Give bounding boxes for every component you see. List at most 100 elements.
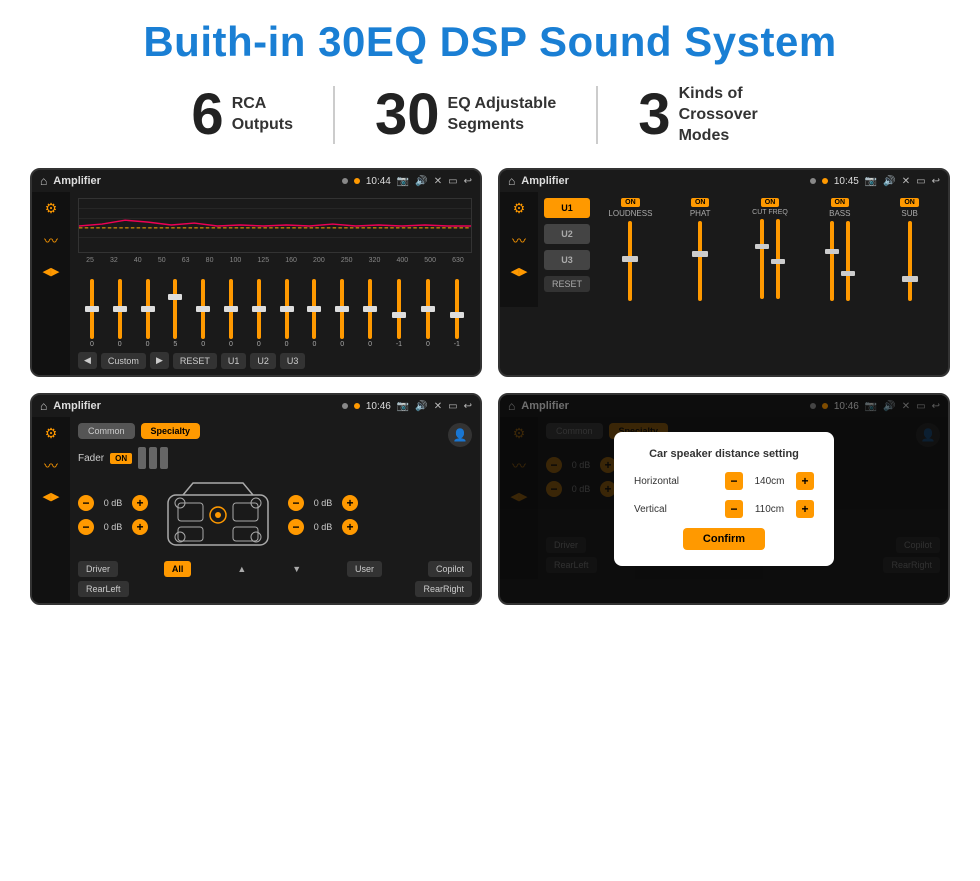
distance-setting-dialog: Car speaker distance setting Horizontal … [500, 395, 948, 603]
vol-row-rl: − 0 dB + [78, 519, 148, 535]
status-dot-orange-crossover [822, 178, 828, 184]
camera-icon-eq: 📷 [397, 176, 409, 187]
bass-slider-2[interactable] [841, 221, 855, 301]
screen-crossover: ⌂ Amplifier 10:45 📷 🔊 ✕ ▭ ↩ ⚙ 〰 ◀▶ [498, 168, 950, 377]
eq-slider-4[interactable]: 5 [173, 279, 177, 348]
eq-label-25: 25 [86, 257, 94, 264]
status-dot-orange-fader [354, 403, 360, 409]
all-btn[interactable]: All [164, 561, 192, 577]
copilot-btn[interactable]: Copilot [428, 561, 472, 577]
crossover-reset-button[interactable]: RESET [544, 276, 590, 292]
sub-slider[interactable] [900, 221, 920, 301]
phat-slider[interactable] [690, 221, 710, 301]
window-icon-fader[interactable]: ▭ [448, 401, 457, 412]
rearleft-btn[interactable]: RearLeft [78, 581, 129, 597]
fader-sidebar-icon-3[interactable]: ◀▶ [43, 490, 60, 503]
vol-minus-rl[interactable]: − [78, 519, 94, 535]
cutfreq-on-badge: ON [761, 198, 780, 207]
eq-label-250: 250 [341, 257, 353, 264]
eq-next-button[interactable]: ▶ [150, 352, 169, 369]
u3-button[interactable]: U3 [544, 250, 590, 270]
vol-plus-rr[interactable]: + [342, 519, 358, 535]
home-icon-fader[interactable]: ⌂ [40, 399, 47, 413]
back-icon-crossover[interactable]: ↩ [932, 176, 940, 187]
vol-minus-fr[interactable]: − [288, 495, 304, 511]
fader-sidebar-icon-1[interactable]: ⚙ [45, 425, 58, 442]
fader-left-sidebar: ⚙ 〰 ◀▶ [32, 417, 70, 603]
phat-label: PHAT [690, 209, 711, 218]
home-icon-crossover[interactable]: ⌂ [508, 174, 515, 188]
fader-specialty-tab[interactable]: Specialty [141, 423, 201, 439]
status-time-fader: 10:46 [366, 401, 391, 412]
eq-slider-14[interactable]: -1 [454, 279, 460, 348]
loudness-slider[interactable] [620, 221, 640, 301]
vol-row-fr: − 0 dB + [288, 495, 358, 511]
cutfreq-slider-1[interactable] [755, 219, 769, 299]
window-icon-crossover[interactable]: ▭ [916, 176, 925, 187]
eq-prev-button[interactable]: ◀ [78, 352, 97, 369]
stat-number-3: 3 [638, 86, 670, 144]
eq-u3-button[interactable]: U3 [280, 353, 306, 369]
eq-slider-11[interactable]: 0 [368, 279, 372, 348]
vol-plus-fl[interactable]: + [132, 495, 148, 511]
eq-slider-10[interactable]: 0 [340, 279, 344, 348]
user-btn[interactable]: User [347, 561, 382, 577]
vol-plus-fr[interactable]: + [342, 495, 358, 511]
eq-slider-9[interactable]: 0 [312, 279, 316, 348]
eq-custom-button[interactable]: Custom [101, 353, 146, 369]
eq-slider-3[interactable]: 0 [146, 279, 150, 348]
eq-slider-1[interactable]: 0 [90, 279, 94, 348]
crossover-sidebar-icon-1[interactable]: ⚙ [513, 200, 526, 217]
crossover-sidebar-icon-3[interactable]: ◀▶ [511, 265, 528, 278]
eq-slider-8[interactable]: 0 [285, 279, 289, 348]
fader-label: Fader [78, 453, 104, 464]
rearright-btn[interactable]: RearRight [415, 581, 472, 597]
eq-slider-2[interactable]: 0 [118, 279, 122, 348]
fader-slider-group[interactable] [138, 447, 168, 469]
eq-slider-12[interactable]: -1 [396, 279, 402, 348]
eq-label-40: 40 [134, 257, 142, 264]
home-icon-eq[interactable]: ⌂ [40, 174, 47, 188]
close-icon-eq[interactable]: ✕ [434, 176, 442, 187]
eq-slider-13[interactable]: 0 [426, 279, 430, 348]
eq-reset-button[interactable]: RESET [173, 353, 217, 369]
vertical-minus-btn[interactable]: − [725, 500, 743, 518]
stat-text-crossover: Kinds ofCrossover Modes [679, 84, 789, 146]
eq-sidebar-icon-1[interactable]: ⚙ [45, 200, 58, 217]
eq-sidebar-icon-3[interactable]: ◀▶ [43, 265, 60, 278]
confirm-button[interactable]: Confirm [683, 528, 765, 550]
vol-plus-rl[interactable]: + [132, 519, 148, 535]
eq-u1-button[interactable]: U1 [221, 353, 247, 369]
back-icon-eq[interactable]: ↩ [464, 176, 472, 187]
vertical-plus-btn[interactable]: + [796, 500, 814, 518]
bass-slider-1[interactable] [825, 221, 839, 301]
close-icon-fader[interactable]: ✕ [434, 401, 442, 412]
vertical-value: 110cm [747, 504, 792, 515]
u2-button[interactable]: U2 [544, 224, 590, 244]
page-title: Buith-in 30EQ DSP Sound System [30, 18, 950, 66]
eq-u2-button[interactable]: U2 [250, 353, 276, 369]
eq-slider-7[interactable]: 0 [257, 279, 261, 348]
crossover-sidebar-icon-2[interactable]: 〰 [512, 231, 526, 251]
window-icon-eq[interactable]: ▭ [448, 176, 457, 187]
vol-minus-rr[interactable]: − [288, 519, 304, 535]
eq-label-80: 80 [206, 257, 214, 264]
driver-btn[interactable]: Driver [78, 561, 118, 577]
eq-slider-5[interactable]: 0 [201, 279, 205, 348]
eq-slider-6[interactable]: 0 [229, 279, 233, 348]
eq-sidebar-icon-2[interactable]: 〰 [44, 231, 58, 251]
horizontal-minus-btn[interactable]: − [725, 472, 743, 490]
horizontal-plus-btn[interactable]: + [796, 472, 814, 490]
back-icon-fader[interactable]: ↩ [464, 401, 472, 412]
fader-common-tab[interactable]: Common [78, 423, 135, 439]
stat-rca: 6 RCAOutputs [151, 86, 335, 144]
u1-button[interactable]: U1 [544, 198, 590, 218]
eq-label-200: 200 [313, 257, 325, 264]
fader-sidebar-icon-2[interactable]: 〰 [44, 456, 58, 476]
vol-minus-fl[interactable]: − [78, 495, 94, 511]
close-icon-crossover[interactable]: ✕ [902, 176, 910, 187]
eq-label-63: 63 [182, 257, 190, 264]
vol-value-rr: 0 dB [308, 522, 338, 532]
profile-icon-fader[interactable]: 👤 [448, 423, 472, 447]
cutfreq-slider-2[interactable] [771, 219, 785, 299]
